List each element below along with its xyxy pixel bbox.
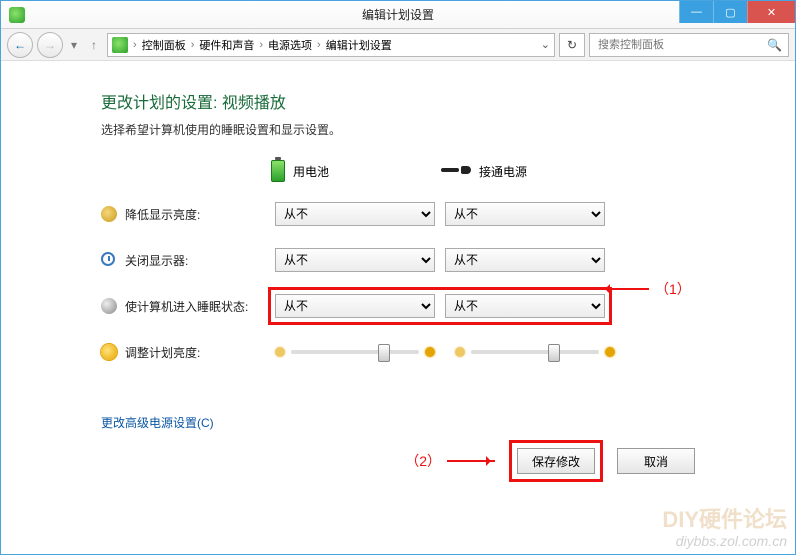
sun-icon	[101, 344, 117, 360]
arrow-left-icon	[601, 288, 649, 290]
battery-icon	[271, 160, 285, 182]
sleep-battery-select[interactable]: 从不	[275, 294, 435, 318]
sun-bright-icon	[425, 347, 435, 357]
breadcrumb[interactable]: › 控制面板 › 硬件和声音 › 电源选项 › 编辑计划设置 ⌄	[107, 33, 555, 57]
chevron-right-icon: ›	[130, 39, 140, 51]
chevron-right-icon: ›	[314, 39, 324, 51]
sun-dim-icon	[455, 347, 465, 357]
highlight-annotation-2: 保存修改	[509, 440, 603, 482]
annotation-2-label: （2）	[405, 451, 441, 471]
row-dim-display: 降低显示亮度: 从不 从不	[101, 200, 715, 228]
breadcrumb-item[interactable]: 编辑计划设置	[326, 37, 392, 53]
arrow-right-icon	[447, 460, 495, 462]
row-label: 调整计划亮度:	[125, 344, 275, 361]
refresh-button[interactable]: ↻	[559, 33, 585, 57]
sleep-icon	[101, 298, 117, 314]
footer: （2） 保存修改 取消	[405, 440, 695, 482]
brightness-ac-slider[interactable]	[471, 350, 599, 354]
chevron-right-icon: ›	[188, 39, 198, 51]
refresh-icon: ↻	[567, 38, 577, 52]
watermark-line1: DIY硬件论坛	[662, 507, 787, 533]
watermark: DIY硬件论坛 diybbs.zol.com.cn	[662, 507, 787, 550]
arrow-right-icon: →	[44, 38, 56, 52]
off-battery-select[interactable]: 从不	[275, 248, 435, 272]
forward-button[interactable]: →	[37, 32, 63, 58]
back-button[interactable]: ←	[7, 32, 33, 58]
search-icon[interactable]: 🔍	[767, 38, 782, 52]
watermark-line2: diybbs.zol.com.cn	[662, 533, 787, 550]
minimize-button[interactable]: —	[679, 1, 713, 23]
plug-icon	[441, 164, 471, 178]
app-icon	[9, 7, 25, 23]
breadcrumb-item[interactable]: 硬件和声音	[199, 37, 254, 53]
dim-battery-select[interactable]: 从不	[275, 202, 435, 226]
window-buttons: — ▢ ✕	[679, 1, 795, 23]
sun-bright-icon	[605, 347, 615, 357]
chevron-right-icon: ›	[256, 39, 266, 51]
breadcrumb-item[interactable]: 电源选项	[268, 37, 312, 53]
clock-icon	[101, 252, 117, 268]
highlight-annotation-1: 从不 从不	[268, 287, 612, 325]
row-brightness: 调整计划亮度:	[101, 338, 715, 366]
row-turn-off-display: 关闭显示器: 从不 从不	[101, 246, 715, 274]
advanced-settings-link[interactable]: 更改高级电源设置(C)	[101, 414, 214, 431]
brightness-battery-group	[275, 347, 435, 357]
breadcrumb-item[interactable]: 控制面板	[142, 37, 186, 53]
off-ac-select[interactable]: 从不	[445, 248, 605, 272]
chevron-down-icon[interactable]: ⌄	[541, 38, 550, 51]
dim-ac-select[interactable]: 从不	[445, 202, 605, 226]
page-subtitle: 选择希望计算机使用的睡眠设置和显示设置。	[101, 121, 715, 138]
annotation-2: （2）	[405, 451, 495, 471]
maximize-button[interactable]: ▢	[713, 1, 747, 23]
column-headers: 用电池 接通电源	[271, 160, 715, 182]
cancel-button[interactable]: 取消	[617, 448, 695, 474]
annotation-1-label: （1）	[655, 279, 691, 299]
page-title: 更改计划的设置: 视频播放	[101, 89, 715, 113]
control-panel-icon	[112, 37, 128, 53]
column-battery-label: 用电池	[293, 163, 329, 180]
row-label: 使计算机进入睡眠状态:	[125, 298, 275, 315]
row-label: 关闭显示器:	[125, 252, 275, 269]
chevron-down-icon[interactable]: ▾	[67, 38, 81, 52]
sun-dim-icon	[275, 347, 285, 357]
window-title: 编辑计划设置	[362, 6, 434, 23]
save-button[interactable]: 保存修改	[517, 448, 595, 474]
annotation-1: （1）	[601, 279, 691, 299]
titlebar: 编辑计划设置 — ▢ ✕	[1, 1, 795, 29]
brightness-battery-slider[interactable]	[291, 350, 419, 354]
navbar: ← → ▾ ↑ › 控制面板 › 硬件和声音 › 电源选项 › 编辑计划设置 ⌄…	[1, 29, 795, 61]
dim-icon	[101, 206, 117, 222]
search-input[interactable]	[596, 38, 756, 52]
close-button[interactable]: ✕	[747, 1, 795, 23]
content: 更改计划的设置: 视频播放 选择希望计算机使用的睡眠设置和显示设置。 用电池 接…	[1, 61, 795, 431]
row-label: 降低显示亮度:	[125, 206, 275, 223]
arrow-left-icon: ←	[14, 38, 26, 52]
up-button[interactable]: ↑	[85, 38, 103, 52]
column-ac-label: 接通电源	[479, 163, 527, 180]
brightness-ac-group	[455, 347, 615, 357]
sleep-ac-select[interactable]: 从不	[445, 294, 605, 318]
search-box[interactable]: 🔍	[589, 33, 789, 57]
